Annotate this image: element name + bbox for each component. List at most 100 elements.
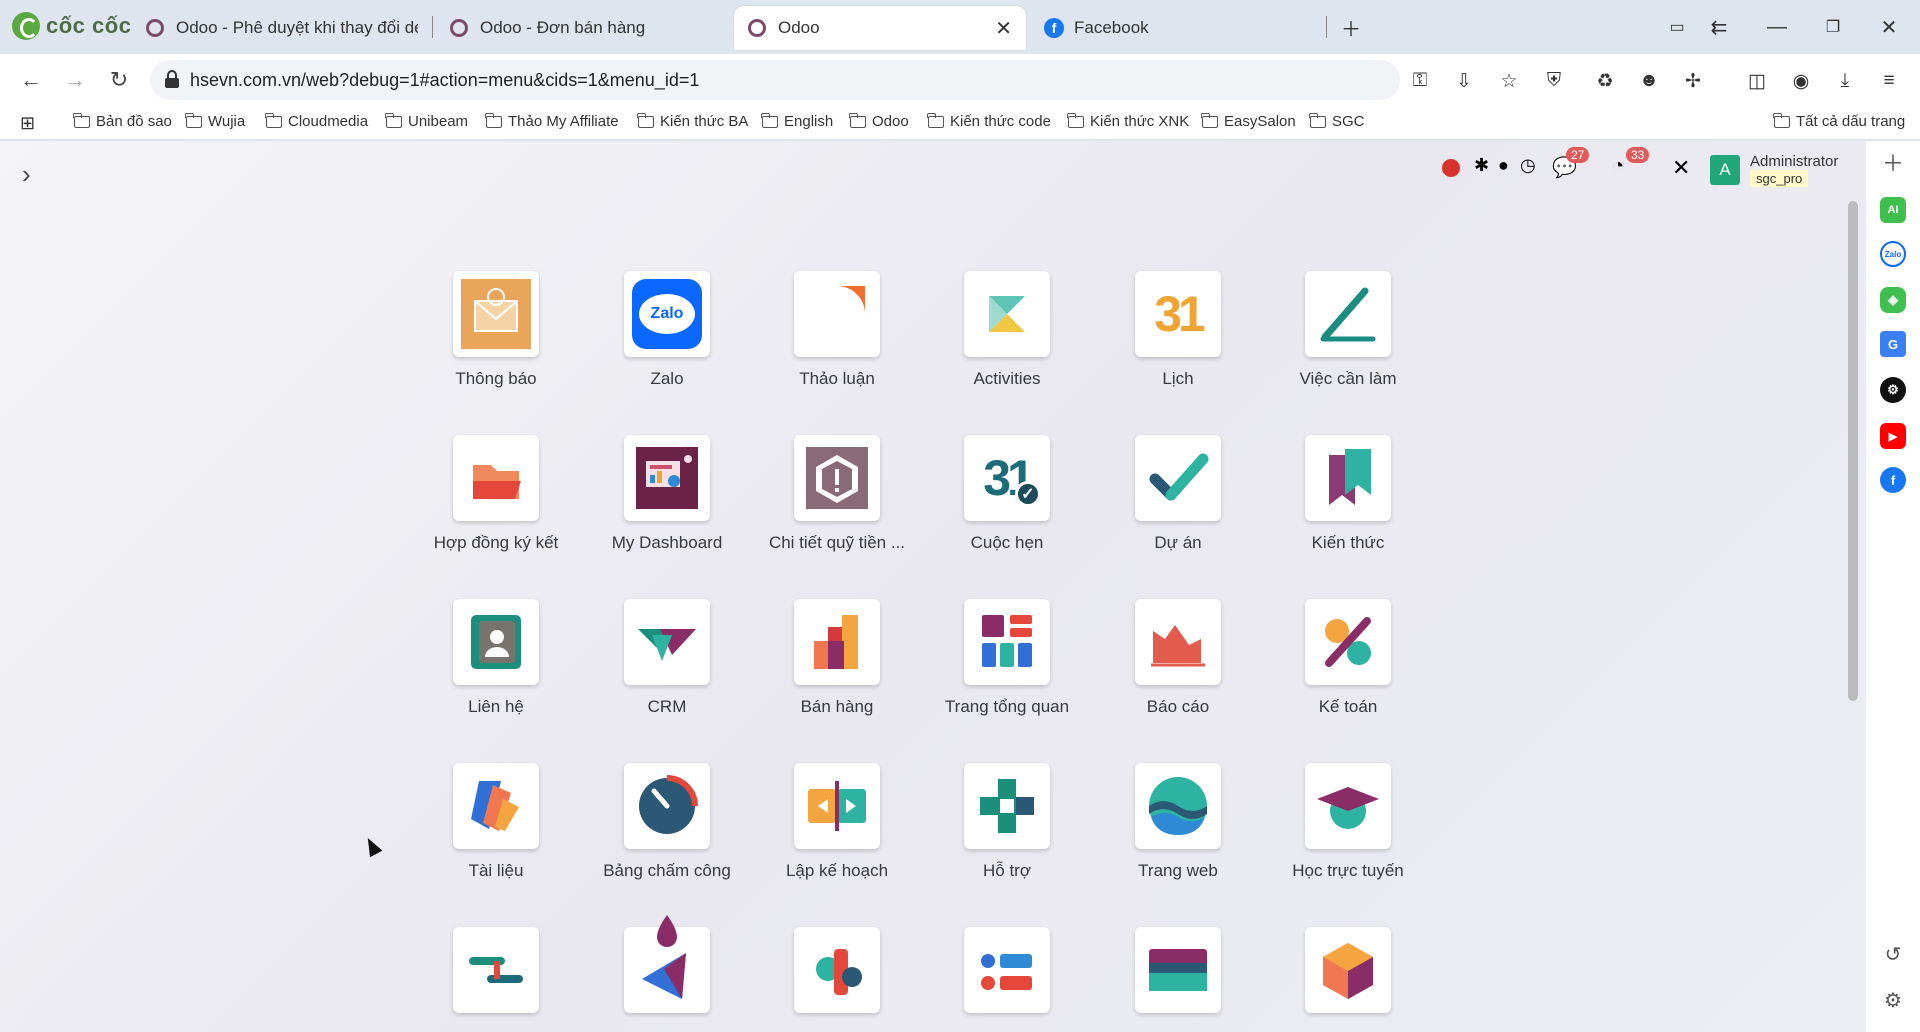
password-key-icon[interactable]: ⚿ [1405, 66, 1435, 96]
app-chi-tiet-quy-tien[interactable]: Chi tiết quỹ tiền ... [752, 435, 922, 585]
knowledge-bookmark-icon [1305, 435, 1391, 521]
scrollbar[interactable] [1848, 201, 1858, 701]
tab-close-icon[interactable]: ✕ [995, 16, 1012, 41]
split-view-icon[interactable]: ◫ [1742, 66, 1772, 96]
app-tile-partial[interactable] [1263, 927, 1433, 1032]
tools-icon[interactable]: ✕ [1672, 155, 1690, 181]
bookmark-folder[interactable]: Thảo My Affiliate [485, 112, 619, 130]
app-hoc-truc-tuyen[interactable]: Học trực tuyến [1263, 763, 1433, 913]
tab-search-icon[interactable]: ⇇ [1702, 10, 1736, 44]
ai-assistant-icon[interactable]: AI [1880, 197, 1906, 223]
app-thao-luan[interactable]: Thảo luận [752, 271, 922, 421]
app-zalo[interactable]: Zalo Zalo [582, 271, 752, 421]
url-field[interactable]: hsevn.com.vn/web?debug=1#action=menu&cid… [150, 60, 1400, 100]
game-controller-icon[interactable]: ◈ [1880, 287, 1906, 313]
forward-arrow-icon[interactable]: → [58, 63, 92, 97]
browser-brand-name: cốc cốc [46, 13, 132, 38]
app-cuoc-hen[interactable]: 31 ✓ Cuộc hẹn [922, 435, 1092, 585]
bookmark-folder[interactable]: English [761, 112, 833, 130]
bookmark-folder[interactable]: Unibeam [385, 112, 468, 130]
youtube-icon[interactable]: ▶ [1880, 423, 1906, 449]
bookmark-star-icon[interactable]: ☆ [1494, 66, 1524, 96]
app-hop-dong-ky-ket[interactable]: Hợp đồng ký kết [411, 435, 581, 585]
bookmark-folder[interactable]: EasySalon [1201, 112, 1296, 130]
app-ke-toan[interactable]: Kế toán [1263, 599, 1433, 749]
all-bookmarks-folder[interactable]: Tất cả dấu trang [1773, 112, 1905, 130]
app-tile-partial[interactable] [411, 927, 581, 1032]
coccoc-logo-icon [12, 12, 40, 40]
bookmark-folder[interactable]: Kiến thức BA [637, 112, 748, 130]
lock-icon [165, 70, 179, 88]
extensions-puzzle-icon[interactable]: ✢ [1678, 66, 1708, 96]
app-label: My Dashboard [611, 533, 723, 552]
app-lien-he[interactable]: Liên hệ [411, 599, 581, 749]
install-app-icon[interactable]: ⇩ [1449, 66, 1479, 96]
apps-grid-icon[interactable]: ⊞ [20, 113, 35, 134]
database-badge: sgc_pro [1750, 170, 1809, 187]
app-crm[interactable]: CRM [582, 599, 752, 749]
app-du-an[interactable]: Dự án [1093, 435, 1263, 585]
new-tab-plus-icon[interactable]: ＋ [1334, 10, 1368, 44]
bookmark-folder[interactable]: Kiến thức XNK [1067, 112, 1189, 130]
app-thong-bao[interactable]: Thông báo [411, 271, 581, 421]
app-label: Học trực tuyến [1292, 861, 1404, 880]
browser-menu-icon[interactable]: ≡ [1874, 66, 1904, 96]
activities-clock-icon[interactable]: ◔ 33 [1612, 147, 1650, 178]
app-ban-hang[interactable]: Bán hàng [752, 599, 922, 749]
reload-icon[interactable]: ↻ [102, 63, 136, 97]
user-switch-icon[interactable]: ● [1498, 155, 1509, 176]
minimize-icon[interactable]: — [1760, 10, 1794, 44]
bookmark-folder[interactable]: SGC [1309, 112, 1365, 130]
bookmark-folder[interactable]: Wujia [185, 112, 245, 130]
restore-icon[interactable]: ❐ [1816, 10, 1850, 44]
messages-chat-icon[interactable]: 💬 27 [1552, 147, 1590, 180]
app-tile-partial[interactable] [1093, 927, 1263, 1032]
shield-icon[interactable]: ⛨ [1539, 66, 1569, 96]
downloads-icon[interactable]: ⤓ [1830, 66, 1860, 96]
app-trang-web[interactable]: Trang web [1093, 763, 1263, 913]
translate-icon[interactable]: G [1880, 331, 1906, 357]
bookmark-folder[interactable]: Cloudmedia [265, 112, 368, 130]
add-panel-plus-icon[interactable]: ＋ [1880, 149, 1906, 176]
tab-odoo-approval[interactable]: Odoo - Phê duyệt khi thay đổi de [132, 6, 432, 50]
tab-odoo-sales[interactable]: Odoo - Đơn bán hàng [436, 6, 726, 50]
app-lap-ke-hoach[interactable]: Lập kế hoạch [752, 763, 922, 913]
app-bang-cham-cong[interactable]: Bảng chấm công [582, 763, 752, 913]
record-dot-icon[interactable] [1442, 159, 1460, 177]
profile-icon[interactable]: ◉ [1786, 66, 1816, 96]
history-icon[interactable]: ↺ [1880, 941, 1906, 967]
facebook-favicon-icon: f [1044, 18, 1064, 38]
tab-odoo-active[interactable]: Odoo ✕ [734, 6, 1026, 50]
zalo-panel-icon[interactable]: Zalo [1880, 241, 1906, 267]
bookmark-label: Bản đồ sao [96, 113, 172, 130]
close-window-icon[interactable]: ✕ [1872, 10, 1906, 44]
screen-capture-icon[interactable]: ▭ [1660, 10, 1694, 44]
chevron-right-icon[interactable]: › [22, 159, 31, 190]
chatgpt-icon[interactable]: ⚙ [1880, 377, 1906, 403]
back-arrow-icon[interactable]: ← [14, 63, 48, 97]
user-menu[interactable]: A Administrator sgc_pro [1710, 153, 1838, 187]
app-tile-partial[interactable] [922, 927, 1092, 1032]
bookmark-folder[interactable]: Odoo [849, 112, 909, 130]
app-bao-cao[interactable]: Báo cáo [1093, 599, 1263, 749]
monkey-extension-icon[interactable]: ☻ [1634, 66, 1664, 96]
project-check-icon [1135, 435, 1221, 521]
facebook-panel-icon[interactable]: f [1880, 467, 1906, 493]
app-lich[interactable]: 31 Lịch [1093, 271, 1263, 421]
app-tile-partial[interactable] [752, 927, 922, 1032]
tab-facebook[interactable]: f Facebook [1030, 6, 1320, 50]
clock-icon[interactable]: ◷ [1520, 155, 1536, 176]
app-tai-lieu[interactable]: Tài liệu [411, 763, 581, 913]
settings-gear-icon[interactable]: ⚙ [1880, 987, 1906, 1013]
bookmark-folder[interactable]: Kiến thức code [927, 112, 1051, 130]
recycle-extension-icon[interactable]: ♻ [1590, 66, 1620, 96]
bookmark-folder[interactable]: Bản đồ sao [73, 112, 172, 130]
app-tile-partial[interactable] [582, 915, 752, 1032]
app-activities[interactable]: Activities [922, 271, 1092, 421]
app-viec-can-lam[interactable]: Việc cần làm [1263, 271, 1433, 421]
app-ho-tro[interactable]: Hỗ trợ [922, 763, 1092, 913]
app-my-dashboard[interactable]: My Dashboard [582, 435, 752, 585]
app-trang-tong-quan[interactable]: Trang tổng quan [922, 599, 1092, 749]
app-kien-thuc[interactable]: Kiến thức [1263, 435, 1433, 585]
debug-bug-icon[interactable]: ✱ [1474, 155, 1489, 176]
